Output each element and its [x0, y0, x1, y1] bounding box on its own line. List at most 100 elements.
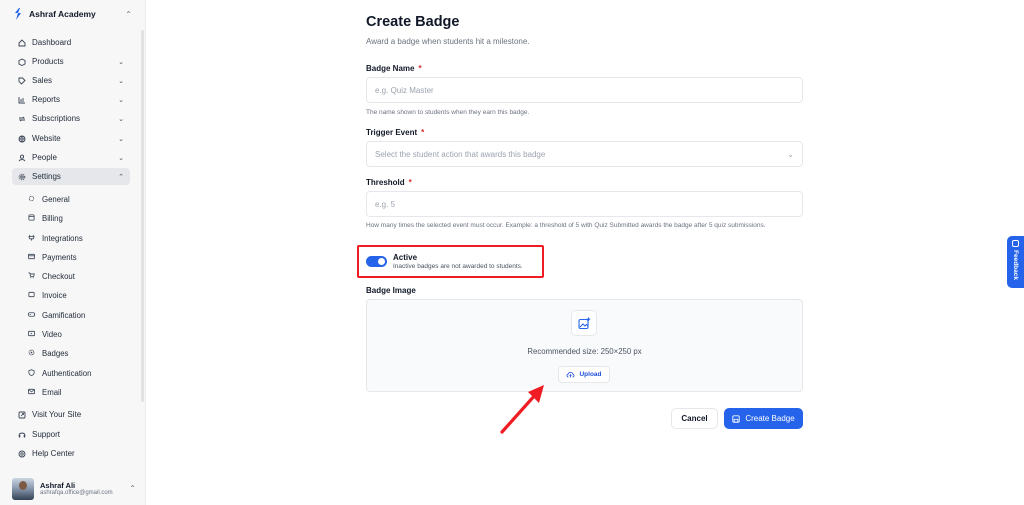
settings-item-video[interactable]: Video [28, 326, 128, 342]
brand-logo-icon [15, 8, 21, 20]
annotation-arrow [500, 385, 544, 434]
settings-item-gamification[interactable]: Gamification [28, 307, 128, 323]
sidebar: Ashraf Academy ⌃ Dashboard Products ⌄ Sa… [0, 0, 146, 505]
nav-visit-site-label: Visit Your Site [32, 410, 82, 419]
active-toggle[interactable] [366, 256, 387, 267]
trigger-event-select[interactable]: Select the student action that awards th… [366, 141, 803, 167]
nav-visit-site[interactable]: Visit Your Site [12, 406, 130, 423]
badge-image-label: Badge Image [366, 286, 416, 295]
sidebar-scrollbar[interactable] [141, 30, 144, 402]
feedback-icon [1012, 240, 1019, 247]
settings-item-authentication[interactable]: Authentication [28, 365, 128, 381]
bar-chart-icon [17, 95, 26, 104]
settings-item-integrations-label: Integrations [42, 233, 83, 243]
nav-help-center-label: Help Center [32, 449, 75, 458]
settings-item-payments[interactable]: Payments [28, 249, 128, 265]
badge-name-help: The name shown to students when they ear… [366, 109, 530, 116]
required-marker: * [421, 128, 425, 137]
settings-item-billing[interactable]: Billing [28, 210, 128, 226]
workspace-name: Ashraf Academy [29, 9, 96, 19]
nav-support[interactable]: Support [12, 426, 130, 443]
card-icon [28, 253, 36, 261]
settings-item-general[interactable]: General [28, 191, 128, 207]
box-icon [17, 57, 26, 66]
settings-item-email-label: Email [42, 387, 62, 397]
nav-sales[interactable]: Sales ⌄ [12, 72, 130, 89]
trigger-event-label: Trigger Event * [366, 128, 424, 137]
invoice-icon [28, 291, 36, 299]
settings-item-authentication-label: Authentication [42, 368, 92, 378]
settings-item-email[interactable]: Email [28, 384, 128, 400]
settings-item-gamification-label: Gamification [42, 310, 86, 320]
nav-reports[interactable]: Reports ⌄ [12, 91, 130, 108]
page-title: Create Badge [366, 14, 460, 30]
chevron-updown-icon: ⌃ [125, 9, 132, 19]
settings-item-badges[interactable]: Badges [28, 345, 128, 361]
nav-people[interactable]: People ⌄ [12, 149, 130, 166]
chevron-updown-icon: ⌃ [129, 484, 136, 493]
settings-item-invoice[interactable]: Invoice [28, 287, 128, 303]
threshold-input[interactable]: e.g. 5 [366, 191, 803, 217]
home-icon [17, 38, 26, 47]
cancel-button[interactable]: Cancel [671, 408, 718, 429]
video-icon [28, 330, 36, 338]
settings-item-checkout-label: Checkout [42, 271, 75, 281]
billing-icon [28, 214, 36, 222]
trigger-event-label-text: Trigger Event [366, 128, 418, 137]
avatar [12, 477, 34, 500]
feedback-tab[interactable]: Feedback [1007, 236, 1024, 288]
page-subtitle: Award a badge when students hit a milest… [366, 37, 530, 46]
nav-products[interactable]: Products ⌄ [12, 53, 130, 70]
nav-dashboard-label: Dashboard [32, 38, 72, 47]
nav-website-label: Website [32, 134, 61, 143]
required-marker: * [408, 178, 412, 187]
nav-dashboard[interactable]: Dashboard [12, 34, 130, 51]
nav-help-center[interactable]: Help Center [12, 445, 130, 462]
active-description: Inactive badges are not awarded to stude… [393, 263, 523, 270]
user-icon [17, 153, 26, 162]
settings-item-video-label: Video [42, 329, 62, 339]
image-add-icon [571, 310, 597, 336]
mail-icon [28, 388, 36, 396]
chevron-down-icon: ⌄ [118, 58, 124, 66]
nav-settings-label: Settings [32, 172, 61, 181]
feedback-label: Feedback [1012, 250, 1019, 280]
tag-icon [17, 76, 26, 85]
threshold-label-text: Threshold [366, 178, 405, 187]
settings-item-payments-label: Payments [42, 252, 77, 262]
badge-icon [28, 349, 36, 357]
chevron-down-icon: ⌄ [118, 135, 124, 143]
nav-subscriptions-label: Subscriptions [32, 114, 81, 123]
threshold-label: Threshold * [366, 178, 412, 187]
save-icon [732, 414, 740, 423]
plug-icon [28, 234, 36, 242]
threshold-help: How many times the selected event must o… [366, 222, 766, 229]
nav-subscriptions[interactable]: Subscriptions ⌄ [12, 110, 130, 127]
threshold-placeholder: e.g. 5 [375, 199, 396, 209]
chevron-down-icon: ⌄ [118, 77, 124, 85]
chevron-down-icon: ⌄ [118, 154, 124, 162]
trigger-event-placeholder: Select the student action that awards th… [375, 149, 546, 159]
chevron-down-icon: ⌄ [787, 149, 794, 159]
settings-item-billing-label: Billing [42, 213, 63, 223]
chevron-up-icon: ⌃ [118, 173, 124, 181]
chevron-down-icon: ⌄ [118, 96, 124, 104]
nav-settings[interactable]: Settings ⌃ [12, 168, 130, 185]
badge-name-input[interactable]: e.g. Quiz Master [366, 77, 803, 103]
badge-name-label-text: Badge Name [366, 64, 415, 73]
nav-website[interactable]: Website ⌄ [12, 130, 130, 147]
globe-icon [17, 134, 26, 143]
external-icon [17, 410, 26, 419]
workspace-switcher[interactable]: Ashraf Academy ⌃ [14, 6, 132, 22]
nav-products-label: Products [32, 57, 64, 66]
repeat-icon [17, 114, 26, 123]
required-marker: * [418, 64, 422, 73]
help-icon [17, 449, 26, 458]
upload-button[interactable]: Upload [558, 366, 610, 383]
settings-item-invoice-label: Invoice [42, 290, 67, 300]
settings-item-integrations[interactable]: Integrations [28, 230, 128, 246]
nav-sales-label: Sales [32, 76, 53, 85]
create-badge-button[interactable]: Create Badge [724, 408, 803, 429]
settings-item-checkout[interactable]: Checkout [28, 268, 128, 284]
user-menu[interactable]: Ashraf Ali ashrafqa.office@gmail.com ⌃ [12, 476, 136, 501]
